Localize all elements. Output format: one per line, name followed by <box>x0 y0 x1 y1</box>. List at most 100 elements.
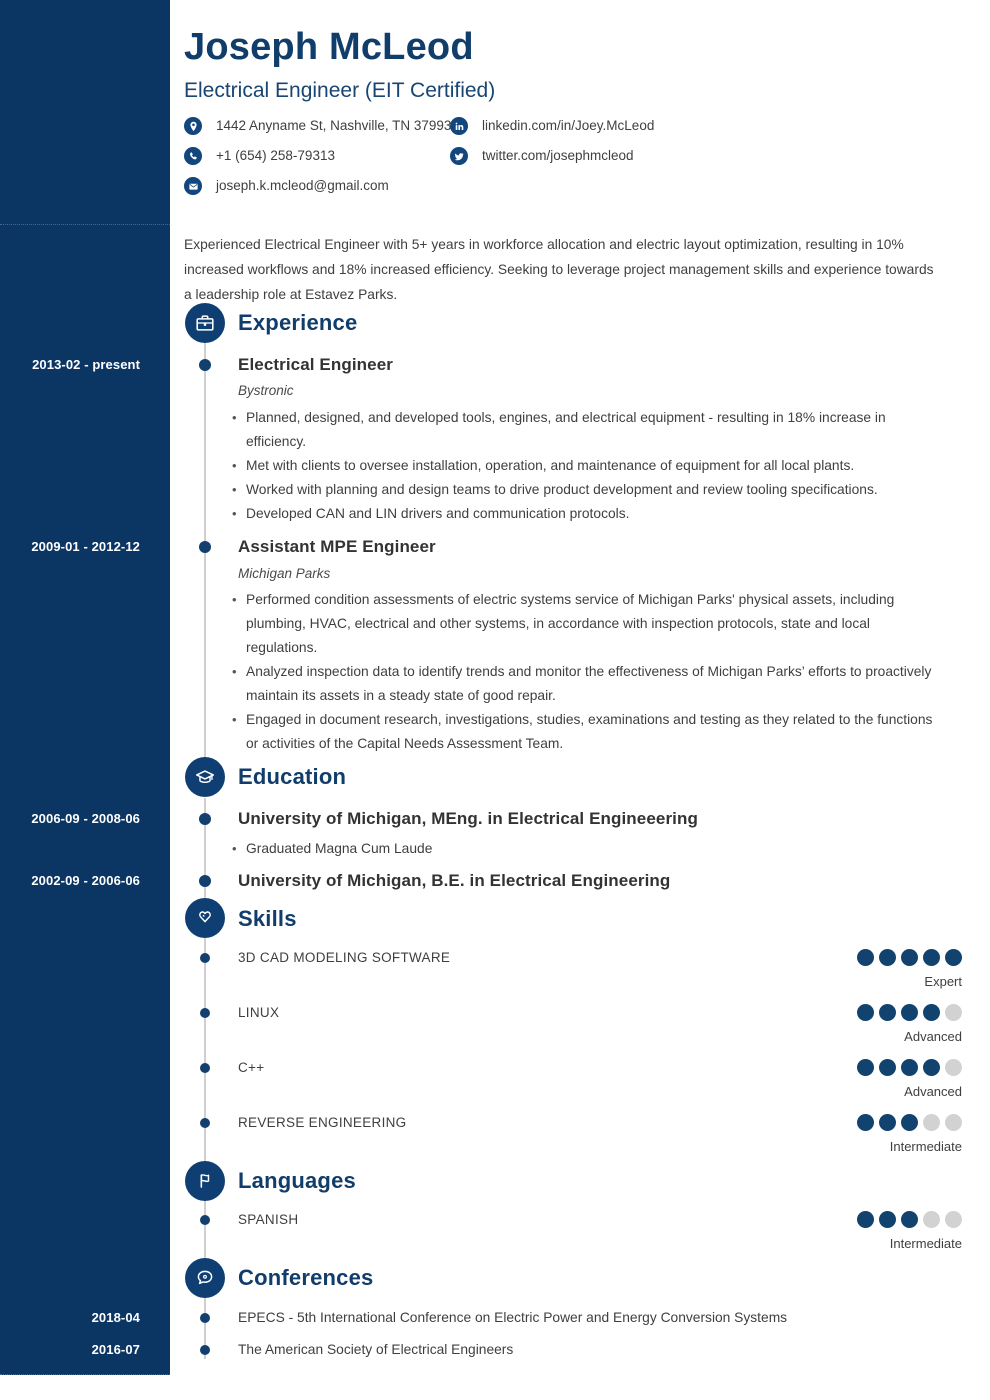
timeline-dot-conference-1 <box>200 1313 210 1323</box>
rating-dot <box>857 949 874 966</box>
rating-dot <box>923 949 940 966</box>
conference-2-text: The American Society of Electrical Engin… <box>238 1342 514 1357</box>
list-item: Analyzed inspection data to identify tre… <box>232 660 942 708</box>
rating-dot <box>945 1059 962 1076</box>
twitter-icon <box>450 147 468 165</box>
language-1-name: SPANISH <box>238 1212 299 1227</box>
rating-dot <box>901 1211 918 1228</box>
list-item: Worked with planning and design teams to… <box>232 478 942 502</box>
conference-1-text: EPECS - 5th International Conference on … <box>238 1310 788 1325</box>
timeline-dot-education-2 <box>199 875 211 887</box>
rating-dot <box>923 1114 940 1131</box>
language-1-rating <box>857 1211 962 1228</box>
rating-dot <box>923 1211 940 1228</box>
skill-4-rating <box>857 1114 962 1131</box>
timeline-dot-education-1 <box>199 813 211 825</box>
date-experience-2: 2009-01 - 2012-12 <box>31 539 140 554</box>
date-education-1: 2006-09 - 2008-06 <box>31 811 140 826</box>
skill-2-rating <box>857 1004 962 1021</box>
envelope-icon <box>184 177 202 195</box>
rating-dot <box>879 1211 896 1228</box>
section-title-conferences: Conferences <box>238 1265 374 1290</box>
section-title-languages: Languages <box>238 1168 356 1193</box>
list-item: Engaged in document research, investigat… <box>232 708 942 756</box>
flag-icon <box>185 1161 225 1201</box>
contact-column-left: 1442 Anyname St, Nashville, TN 37993 +1 … <box>184 115 454 205</box>
experience-1-company: Bystronic <box>238 383 294 398</box>
timeline-rail-languages <box>204 1200 206 1265</box>
timeline-dot-experience-1 <box>199 359 211 371</box>
rating-dot <box>857 1211 874 1228</box>
section-title-experience: Experience <box>238 310 358 335</box>
contact-linkedin[interactable]: linkedin.com/in/Joey.McLeod <box>450 115 750 137</box>
contact-phone-text: +1 (654) 258-79313 <box>216 148 335 163</box>
section-title-education: Education <box>238 764 347 789</box>
timeline-dot-skill-1 <box>200 953 210 963</box>
skill-1-name: 3D CAD MODELING SOFTWARE <box>238 950 451 965</box>
contact-linkedin-text: linkedin.com/in/Joey.McLeod <box>482 118 655 133</box>
skill-1-rating <box>857 949 962 966</box>
experience-2-title: Assistant MPE Engineer <box>238 537 436 556</box>
timeline-dot-skill-2 <box>200 1008 210 1018</box>
list-item: Performed condition assessments of elect… <box>232 588 942 660</box>
rating-dot <box>879 1004 896 1021</box>
date-conference-2: 2016-07 <box>91 1342 140 1357</box>
rating-dot <box>945 1114 962 1131</box>
job-title: Electrical Engineer (EIT Certified) <box>184 79 496 102</box>
education-1-title: University of Michigan, MEng. in Electri… <box>238 809 698 828</box>
graduation-cap-icon <box>185 757 225 797</box>
date-education-2: 2002-09 - 2006-06 <box>31 873 140 888</box>
contact-column-right: linkedin.com/in/Joey.McLeod twitter.com/… <box>450 115 750 175</box>
list-item: Planned, designed, and developed tools, … <box>232 406 942 454</box>
list-item: Graduated Magna Cum Laude <box>232 837 942 861</box>
contact-email-text: joseph.k.mcleod@gmail.com <box>216 178 389 193</box>
timeline-dot-skill-4 <box>200 1118 210 1128</box>
rating-dot <box>879 949 896 966</box>
rating-dot <box>857 1114 874 1131</box>
contact-address-text: 1442 Anyname St, Nashville, TN 37993 <box>216 118 452 133</box>
contact-email: joseph.k.mcleod@gmail.com <box>184 175 454 197</box>
rating-dot <box>879 1059 896 1076</box>
experience-2-bullets: Performed condition assessments of elect… <box>232 588 942 756</box>
experience-1-bullets: Planned, designed, and developed tools, … <box>232 406 942 526</box>
skill-4-level-label: Intermediate <box>889 1139 962 1154</box>
timeline-dot-language-1 <box>200 1215 210 1225</box>
date-experience-1: 2013-02 - present <box>32 357 140 372</box>
resume-page: 2013-02 - present 2009-01 - 2012-12 2006… <box>0 0 990 1400</box>
contact-address: 1442 Anyname St, Nashville, TN 37993 <box>184 115 454 137</box>
contact-twitter[interactable]: twitter.com/josephmcleod <box>450 145 750 167</box>
skill-2-name: LINUX <box>238 1005 280 1020</box>
list-item: Met with clients to oversee installation… <box>232 454 942 478</box>
skill-3-rating <box>857 1059 962 1076</box>
phone-icon <box>184 147 202 165</box>
rating-dot <box>923 1059 940 1076</box>
list-item: Developed CAN and LIN drivers and commun… <box>232 502 942 526</box>
timeline-dot-experience-2 <box>199 541 211 553</box>
professional-summary: Experienced Electrical Engineer with 5+ … <box>184 237 934 302</box>
sidebar <box>0 0 170 1375</box>
experience-1-title: Electrical Engineer <box>238 355 393 374</box>
skill-2-level-label: Advanced <box>904 1029 962 1044</box>
rating-dot <box>857 1004 874 1021</box>
rating-dot <box>945 1211 962 1228</box>
rating-dot <box>945 1004 962 1021</box>
rating-dot <box>901 1114 918 1131</box>
skill-4-name: REVERSE ENGINEERING <box>238 1115 407 1130</box>
puzzle-heart-icon <box>185 898 225 938</box>
page-title: Joseph McLeod <box>184 26 474 68</box>
rating-dot <box>945 949 962 966</box>
rating-dot <box>901 1004 918 1021</box>
rating-dot <box>857 1059 874 1076</box>
timeline-dot-skill-3 <box>200 1063 210 1073</box>
skill-3-level-label: Advanced <box>904 1084 962 1099</box>
sidebar-divider-bottom <box>0 1374 170 1375</box>
language-1-level-label: Intermediate <box>889 1236 962 1251</box>
timeline-rail-experience <box>204 343 206 778</box>
education-1-bullets: Graduated Magna Cum Laude <box>232 837 942 861</box>
main-column: Joseph McLeod Electrical Engineer (EIT C… <box>170 0 990 1400</box>
rating-dot <box>901 1059 918 1076</box>
rating-dot <box>923 1004 940 1021</box>
briefcase-icon <box>185 303 225 343</box>
timeline-rail-skills <box>204 938 206 1178</box>
timeline-dot-conference-2 <box>200 1345 210 1355</box>
